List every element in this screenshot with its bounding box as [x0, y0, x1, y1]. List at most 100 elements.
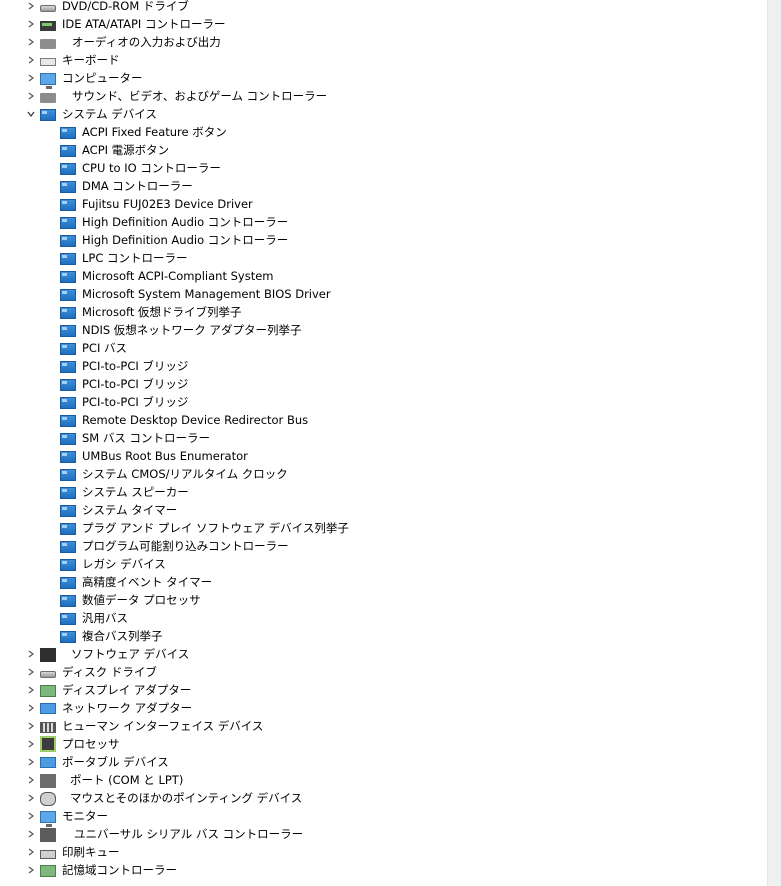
chevron-right-icon[interactable] — [24, 825, 38, 843]
tree-item-storage-controllers[interactable]: 記憶域コントローラー — [0, 861, 768, 879]
tree-child-item[interactable]: レガシ デバイス — [0, 555, 768, 573]
tree-child-item[interactable]: SM バス コントローラー — [0, 429, 768, 447]
tree-child-item[interactable]: Microsoft 仮想ドライブ列挙子 — [0, 303, 768, 321]
tree-child-label: PCI-to-PCI ブリッジ — [82, 377, 189, 391]
tree-item-monitors[interactable]: モニター — [0, 807, 768, 827]
tree-child-item[interactable]: 複合バス列挙子 — [0, 627, 768, 645]
tree-child-label: PCI-to-PCI ブリッジ — [82, 359, 189, 373]
chevron-right-icon[interactable] — [24, 645, 38, 663]
tree-item-label: モニター — [62, 809, 108, 823]
computer-icon — [40, 72, 56, 89]
system-device-icon — [60, 235, 76, 247]
tree-item-sound-video[interactable]: サウンド、ビデオ、およびゲーム コントローラー — [0, 87, 768, 105]
tree-item-mice[interactable]: マウスとそのほかのポインティング デバイス — [0, 789, 768, 807]
tree-item-keyboard[interactable]: キーボード — [0, 51, 768, 69]
tree-child-item[interactable]: DMA コントローラー — [0, 177, 768, 195]
mouse-icon — [40, 791, 56, 806]
storage-controller-icon — [40, 865, 56, 877]
tree-child-item[interactable]: Remote Desktop Device Redirector Bus — [0, 411, 768, 429]
tree-child-label: 複合バス列挙子 — [82, 629, 163, 643]
system-device-icon — [60, 145, 76, 157]
tree-child-item[interactable]: CPU to IO コントローラー — [0, 159, 768, 177]
tree-child-item[interactable]: High Definition Audio コントローラー — [0, 213, 768, 231]
keyboard-icon — [40, 58, 56, 66]
tree-item-label: サウンド、ビデオ、およびゲーム コントローラー — [72, 89, 328, 103]
system-device-icon — [60, 577, 76, 589]
tree-item-disk-drives[interactable]: ディスク ドライブ — [0, 663, 768, 681]
tree-child-item[interactable]: PCI-to-PCI ブリッジ — [0, 357, 768, 375]
tree-item-computer[interactable]: コンピューター — [0, 69, 768, 89]
system-device-icon — [60, 397, 76, 409]
tree-item-display-adapters[interactable]: ディスプレイ アダプター — [0, 681, 768, 699]
tree-item-processors[interactable]: プロセッサ — [0, 735, 768, 753]
device-tree: DVD/CD-ROM ドライブ IDE ATA/ATAPI コントローラー オー… — [0, 0, 768, 879]
tree-child-item[interactable]: ACPI 電源ボタン — [0, 141, 768, 159]
chevron-right-icon[interactable] — [24, 663, 38, 681]
chevron-right-icon[interactable] — [24, 807, 38, 825]
system-device-icon — [60, 217, 76, 229]
chevron-down-icon[interactable] — [24, 105, 38, 123]
chevron-right-icon[interactable] — [24, 789, 38, 807]
tree-item-print-queues[interactable]: 印刷キュー — [0, 843, 768, 861]
vertical-scrollbar[interactable] — [767, 0, 781, 886]
tree-child-item[interactable]: システム スピーカー — [0, 483, 768, 501]
tree-child-item[interactable]: 数値データ プロセッサ — [0, 591, 768, 609]
chevron-right-icon[interactable] — [24, 0, 38, 15]
tree-child-item[interactable]: High Definition Audio コントローラー — [0, 231, 768, 249]
tree-item-audio-io[interactable]: オーディオの入力および出力 — [0, 33, 768, 51]
system-device-icon — [60, 469, 76, 481]
tree-child-item[interactable]: Microsoft ACPI-Compliant System — [0, 267, 768, 285]
tree-item-hid[interactable]: ヒューマン インターフェイス デバイス — [0, 717, 768, 735]
tree-item-software-devices[interactable]: ソフトウェア デバイス — [0, 645, 768, 663]
tree-child-item[interactable]: システム CMOS/リアルタイム クロック — [0, 465, 768, 483]
chevron-right-icon[interactable] — [24, 69, 38, 87]
chevron-right-icon[interactable] — [24, 699, 38, 717]
tree-child-item[interactable]: UMBus Root Bus Enumerator — [0, 447, 768, 465]
tree-child-item[interactable]: NDIS 仮想ネットワーク アダプター列挙子 — [0, 321, 768, 339]
tree-child-item[interactable]: Fujitsu FUJ02E3 Device Driver — [0, 195, 768, 213]
chevron-right-icon[interactable] — [24, 843, 38, 861]
hid-icon — [40, 721, 56, 733]
tree-child-item[interactable]: LPC コントローラー — [0, 249, 768, 267]
tree-item-system-devices[interactable]: システム デバイス — [0, 105, 768, 123]
chevron-right-icon[interactable] — [24, 735, 38, 753]
tree-child-label: ACPI 電源ボタン — [82, 143, 170, 157]
tree-item-dvd-cd-rom[interactable]: DVD/CD-ROM ドライブ — [0, 0, 768, 15]
chevron-right-icon[interactable] — [24, 681, 38, 699]
tree-item-portable-devices[interactable]: ポータブル デバイス — [0, 753, 768, 771]
chevron-right-icon[interactable] — [24, 51, 38, 69]
print-queue-icon — [40, 849, 56, 859]
tree-child-label: システム CMOS/リアルタイム クロック — [82, 467, 288, 481]
tree-child-item[interactable]: プログラム可能割り込みコントローラー — [0, 537, 768, 555]
chevron-right-icon[interactable] — [24, 33, 38, 51]
chevron-right-icon[interactable] — [24, 717, 38, 735]
tree-child-item[interactable]: システム タイマー — [0, 501, 768, 519]
tree-item-label: オーディオの入力および出力 — [72, 35, 221, 49]
chevron-right-icon[interactable] — [24, 15, 38, 33]
tree-child-item[interactable]: PCI-to-PCI ブリッジ — [0, 393, 768, 411]
tree-child-item[interactable]: PCI バス — [0, 339, 768, 357]
chevron-right-icon[interactable] — [24, 771, 38, 789]
tree-child-item[interactable]: PCI-to-PCI ブリッジ — [0, 375, 768, 393]
tree-item-ide-controller[interactable]: IDE ATA/ATAPI コントローラー — [0, 15, 768, 33]
tree-child-label: PCI-to-PCI ブリッジ — [82, 395, 189, 409]
tree-child-label: Remote Desktop Device Redirector Bus — [82, 413, 309, 427]
disk-drive-icon — [40, 671, 56, 678]
sound-video-icon — [40, 92, 56, 103]
tree-child-label: DMA コントローラー — [82, 179, 193, 193]
chevron-right-icon[interactable] — [24, 861, 38, 879]
chevron-right-icon[interactable] — [24, 87, 38, 105]
tree-child-item[interactable]: 高精度イベント タイマー — [0, 573, 768, 591]
system-device-icon — [60, 433, 76, 445]
tree-child-item[interactable]: Microsoft System Management BIOS Driver — [0, 285, 768, 303]
system-device-icon — [60, 631, 76, 643]
system-device-icon — [60, 127, 76, 139]
tree-item-network-adapters[interactable]: ネットワーク アダプター — [0, 699, 768, 717]
chevron-right-icon[interactable] — [24, 753, 38, 771]
tree-child-item[interactable]: ACPI Fixed Feature ボタン — [0, 123, 768, 141]
tree-item-ports[interactable]: ポート (COM と LPT) — [0, 771, 768, 789]
tree-child-item[interactable]: プラグ アンド プレイ ソフトウェア デバイス列挙子 — [0, 519, 768, 537]
tree-item-usb-controllers[interactable]: ユニバーサル シリアル バス コントローラー — [0, 825, 768, 843]
tree-child-item[interactable]: 汎用バス — [0, 609, 768, 627]
tree-child-label: Microsoft System Management BIOS Driver — [82, 287, 331, 301]
